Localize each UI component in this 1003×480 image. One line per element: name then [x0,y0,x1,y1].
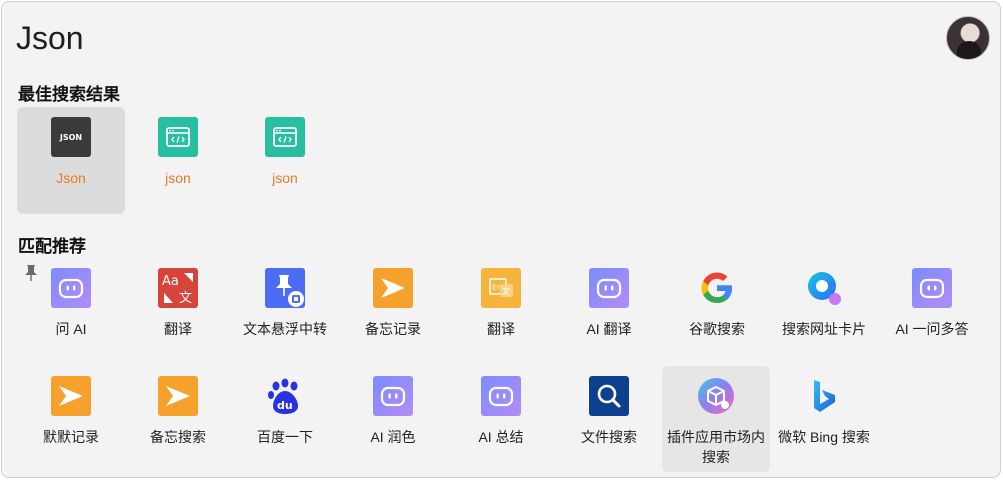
search-input[interactable] [16,18,816,58]
file-search-icon [589,376,629,416]
app-google-search[interactable]: 谷歌搜索 [663,258,771,362]
best-result-json-app[interactable]: JSON Json [17,107,125,214]
app-baidu[interactable]: du 百度一下 [231,366,339,472]
pin-float-icon [265,268,305,308]
translate-alt-icon: En 文 [481,268,521,308]
app-label: AI 总结 [478,429,524,445]
search-url-icon [804,268,844,308]
svg-text:文: 文 [502,286,510,296]
app-silent-note[interactable]: 默默记录 [17,366,125,472]
app-label: 问 AI [55,321,87,337]
app-label: 备忘搜索 [150,429,206,445]
app-label: AI 翻译 [586,321,632,337]
plugin-market-icon [696,376,736,416]
baidu-paw-icon: du [265,376,305,416]
app-ai-polish[interactable]: AI 润色 [339,366,447,472]
app-ai-multi-answer[interactable]: AI 一问多答 [878,258,986,362]
best-result-json-2[interactable]: json [231,107,339,214]
ai-robot-icon [481,376,521,416]
memo-star-icon [373,268,413,308]
app-file-search[interactable]: 文件搜索 [555,366,663,472]
app-ask-ai[interactable]: 问 AI [17,258,125,362]
app-label: 谷歌搜索 [689,321,745,337]
app-label: 搜索网址卡片 [782,321,866,337]
section-title-best: 最佳搜索结果 [18,85,120,104]
svg-text:文: 文 [179,291,192,306]
memo-star-icon [51,376,91,416]
ai-robot-icon [589,268,629,308]
app-memo[interactable]: 备忘记录 [339,258,447,362]
section-title-match: 匹配推荐 [18,237,86,256]
best-result-label: json [165,170,191,186]
ai-robot-icon [373,376,413,416]
translate-icon: Aa 文 [158,268,198,308]
best-result-json-1[interactable]: json [124,107,232,214]
app-label: 翻译 [164,321,192,337]
app-ai-summary[interactable]: AI 总结 [447,366,555,472]
app-label: 文本悬浮中转 [243,321,327,337]
app-ai-translate[interactable]: AI 翻译 [555,258,663,362]
user-avatar[interactable] [946,16,990,60]
app-label: 微软 Bing 搜索 [778,429,870,445]
app-text-float[interactable]: 文本悬浮中转 [231,258,339,362]
app-label: 百度一下 [257,429,313,445]
memo-star-icon [158,376,198,416]
bing-icon [804,376,844,416]
app-label: AI 一问多答 [895,321,969,337]
app-label: 文件搜索 [581,429,637,445]
svg-text:du: du [277,399,293,412]
app-search-url-card[interactable]: 搜索网址卡片 [770,258,878,362]
app-bing-search[interactable]: 微软 Bing 搜索 [770,366,878,472]
best-result-label: Json [56,170,86,186]
google-icon [697,268,737,308]
app-memo-search[interactable]: 备忘搜索 [124,366,232,472]
app-label: 翻译 [487,321,515,337]
best-result-label: json [272,170,298,186]
launcher-window: 最佳搜索结果 JSON Json json json 匹配推荐 问 AI Aa文… [1,1,1001,478]
app-label: 备忘记录 [365,321,421,337]
svg-text:Aa: Aa [162,274,179,289]
app-label: AI 润色 [370,429,416,445]
json-text-icon: JSON [51,117,91,157]
code-window-icon [158,117,198,157]
code-window-icon [265,117,305,157]
ai-robot-icon [51,268,91,308]
app-label: 默默记录 [43,429,99,445]
app-label: 插件应用市场内搜索 [667,429,765,465]
app-plugin-market-search[interactable]: 插件应用市场内搜索 [662,366,770,472]
app-translate[interactable]: Aa 文 翻译 [124,258,232,362]
app-translate-2[interactable]: En 文 翻译 [447,258,555,362]
ai-robot-icon [912,268,952,308]
